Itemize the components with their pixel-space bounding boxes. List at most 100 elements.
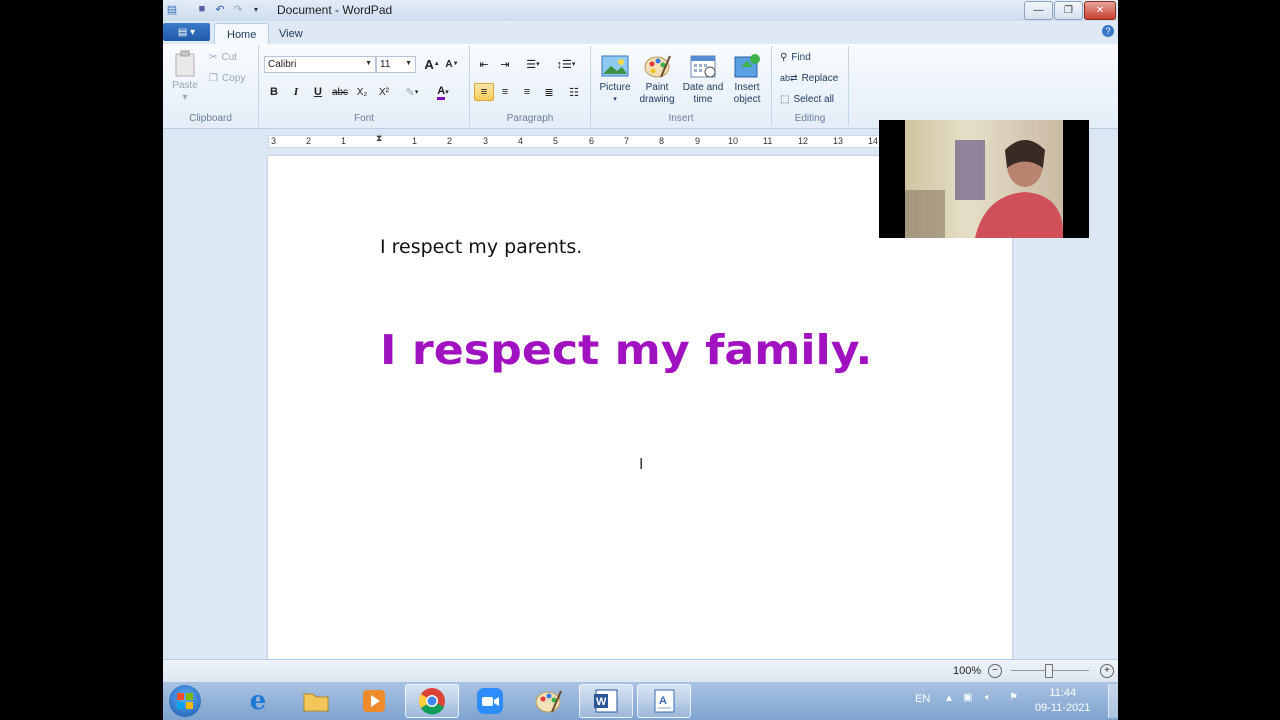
cut-button[interactable]: ✂ Cut [209, 52, 237, 63]
undo-icon[interactable]: ↶ [213, 2, 227, 16]
close-button[interactable]: ✕ [1084, 1, 1116, 20]
windows-logo-icon [177, 693, 193, 709]
taskbar-media-player[interactable] [347, 684, 401, 718]
document-text-line[interactable]: I respect my parents. [380, 236, 582, 258]
svg-text:A: A [659, 695, 667, 707]
align-center-icon: ≡ [501, 86, 509, 98]
increase-indent-button[interactable]: ⇥ [495, 55, 515, 73]
zoom-app-icon [477, 688, 503, 714]
taskbar-chrome[interactable] [405, 684, 459, 718]
chevron-down-icon: ▼ [365, 60, 372, 67]
volume-icon[interactable]: 🔈︎ [985, 692, 991, 703]
picture-label: Picture [599, 82, 631, 93]
decrease-indent-button[interactable]: ⇤ [474, 55, 494, 73]
show-desktop-button[interactable] [1108, 684, 1118, 718]
paint-drawing-button[interactable]: Paint drawing [635, 52, 679, 106]
clipboard-icon [171, 50, 199, 78]
decrease-indent-icon: ⇤ [479, 58, 489, 71]
customize-qat-icon[interactable]: ▾ [249, 2, 263, 16]
text-color-button[interactable]: A ▾ [429, 83, 457, 101]
webcam-video-image [905, 120, 1063, 238]
underline-button[interactable]: U [308, 83, 328, 101]
select-all-button[interactable]: ⬚ Select all [780, 94, 834, 105]
app-icon[interactable]: ▤ [165, 2, 179, 16]
paste-button[interactable]: Paste ▾ [171, 50, 199, 104]
chevron-down-icon: ▼ [405, 60, 412, 67]
font-size-select[interactable]: 11 ▼ [376, 56, 416, 73]
paste-dropdown-icon: ▾ [182, 92, 188, 103]
align-left-button[interactable]: ≡ [474, 83, 494, 101]
restore-button[interactable]: ❐ [1054, 1, 1083, 20]
save-icon[interactable]: ■ [195, 2, 209, 16]
taskbar-internet-explorer[interactable]: e [231, 684, 285, 718]
tab-view[interactable]: View [267, 23, 315, 44]
system-clock[interactable]: 11:44 09-11-2021 [1035, 686, 1090, 716]
taskbar-zoom[interactable] [463, 684, 517, 718]
start-button[interactable] [169, 685, 201, 717]
action-center-flag-icon[interactable]: ⚑ [1009, 692, 1018, 703]
justify-button[interactable]: ≣ [539, 83, 559, 101]
show-hidden-icons-icon[interactable]: ▲ [944, 693, 954, 704]
date-time-label-line2: time [693, 94, 713, 105]
taskbar-wordpad[interactable]: A [637, 684, 691, 718]
paragraph-group: ⇤ ⇥ ☰ ▾ ↕☰ ▾ ≡ ≡ ≡ ≣ ☷ Paragraph [470, 46, 591, 126]
line-spacing-button[interactable]: ↕☰ ▾ [552, 55, 580, 73]
network-icon[interactable]: ▣ [963, 692, 972, 703]
taskbar-word[interactable]: W [579, 684, 633, 718]
paragraph-settings-button[interactable]: ☷ [564, 83, 584, 101]
webcam-overlay [879, 120, 1089, 238]
date-time-button[interactable]: Date and time [679, 52, 727, 106]
copy-icon: ❐ [209, 73, 218, 84]
language-indicator[interactable]: EN [915, 693, 930, 705]
italic-button[interactable]: I [286, 83, 306, 101]
highlight-color-button[interactable]: ✎ ▾ [398, 83, 426, 101]
align-center-button[interactable]: ≡ [495, 83, 515, 101]
taskbar-file-explorer[interactable] [289, 684, 343, 718]
font-family-select[interactable]: Calibri ▼ [264, 56, 376, 73]
folder-icon [303, 693, 329, 712]
clipboard-group-label: Clipboard [189, 113, 232, 124]
strikethrough-button[interactable]: abc [330, 83, 350, 101]
bullet-list-icon: ☰ [526, 58, 537, 71]
chrome-icon [418, 688, 445, 715]
redo-icon[interactable]: ↷ [231, 2, 245, 16]
ruler-mark: 9 [695, 136, 701, 146]
copy-button[interactable]: ❐ Copy [209, 73, 245, 84]
document-heading-line[interactable]: I respect my family. [380, 326, 872, 374]
bold-button[interactable]: B [264, 83, 284, 101]
ribbon: Paste ▾ ✂ Cut ❐ Copy Clipboard Calibri ▼… [163, 44, 1118, 129]
replace-icon: ab⇄ [780, 73, 798, 83]
quick-access-toolbar: ▤ ■ ↶ ↷ ▾ [165, 2, 263, 16]
find-button[interactable]: ⚲ Find [780, 52, 811, 63]
font-group: Calibri ▼ 11 ▼ A ▲ A ▼ B I U abc X₂ X² ✎ ▾ [259, 46, 470, 126]
picture-button[interactable]: Picture ▾ [595, 52, 635, 106]
insert-object-button[interactable]: Insert object [727, 52, 767, 106]
paragraph-icon: ☷ [569, 86, 579, 99]
font-group-label: Font [353, 113, 374, 124]
grow-font-button[interactable]: A ▲ [422, 55, 442, 73]
superscript-button[interactable]: X² [374, 83, 394, 101]
increase-indent-icon: ⇥ [500, 58, 510, 71]
ruler-mark: 1 [412, 136, 418, 146]
application-menu-button[interactable]: ▤ ▾ [163, 23, 210, 41]
taskbar-paint[interactable] [521, 684, 575, 718]
zoom-slider-thumb[interactable] [1045, 664, 1053, 678]
align-right-button[interactable]: ≡ [517, 83, 537, 101]
insert-group-label: Insert [668, 113, 694, 124]
tab-home[interactable]: Home [214, 23, 270, 45]
minimize-button[interactable]: — [1024, 1, 1053, 20]
scissors-icon: ✂ [209, 52, 218, 63]
calendar-icon [689, 52, 717, 80]
shrink-font-button[interactable]: A ▼ [442, 55, 462, 73]
bullets-button[interactable]: ☰ ▾ [519, 55, 547, 73]
indent-marker-icon[interactable]: ⧗ [376, 133, 382, 144]
subscript-button[interactable]: X₂ [352, 83, 372, 101]
justify-icon: ≣ [544, 86, 554, 99]
replace-button[interactable]: ab⇄ Replace [780, 73, 838, 84]
chevron-down-icon: ▾ [445, 89, 449, 96]
help-icon[interactable]: ? [1102, 25, 1114, 37]
find-label: Find [791, 52, 811, 63]
zoom-out-button[interactable]: − [988, 664, 1002, 678]
highlighter-icon: ✎ [405, 86, 415, 99]
zoom-in-button[interactable]: + [1100, 664, 1114, 678]
